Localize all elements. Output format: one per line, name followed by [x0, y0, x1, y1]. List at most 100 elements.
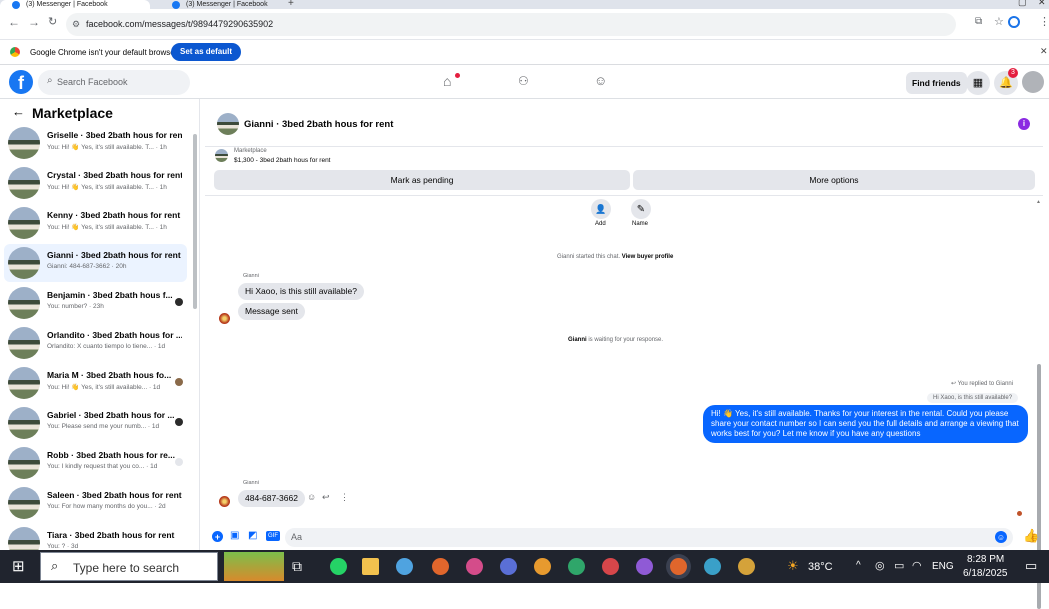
new-tab-icon[interactable]: +	[288, 0, 294, 9]
language-indicator[interactable]: ENG	[932, 561, 954, 572]
wifi-icon[interactable]: ◠	[912, 559, 922, 572]
task-view-icon[interactable]: ⧉	[292, 558, 302, 575]
tray-app-icon[interactable]: ◎	[875, 559, 885, 572]
restore-window-icon[interactable]: ▢	[1018, 0, 1027, 8]
conversation-item-selected[interactable]: Gianni · 3bed 2bath hous for rent Gianni…	[4, 244, 187, 282]
listing-thumbnail[interactable]	[215, 149, 228, 162]
message-bubble-incoming[interactable]: Message sent	[238, 303, 305, 320]
tab-title: (3) Messenger | Facebook	[26, 1, 108, 8]
chrome-profile-icon[interactable]	[738, 558, 755, 575]
reply-icon[interactable]: ↩	[322, 492, 330, 503]
emoji-icon[interactable]: ☺	[995, 531, 1007, 543]
conversation-item[interactable]: Griselle · 3bed 2bath hous for rent You:…	[4, 124, 187, 162]
divider	[205, 195, 1043, 196]
menu-grid-icon[interactable]: ▦	[966, 71, 990, 95]
chrome-profile-icon[interactable]	[534, 558, 551, 575]
chat-avatar[interactable]	[217, 113, 239, 135]
file-explorer-icon[interactable]	[362, 558, 379, 575]
infobar-close-icon[interactable]: ✕	[1040, 46, 1048, 57]
sticker-icon[interactable]: ◩	[248, 530, 257, 541]
conversation-item[interactable]: Saleen · 3bed 2bath hous for rent You: F…	[4, 484, 187, 522]
cast-icon[interactable]: ⧉	[975, 16, 982, 27]
chrome-profile-icon[interactable]	[602, 558, 619, 575]
whatsapp-icon[interactable]	[330, 558, 347, 575]
chrome-profile-icon[interactable]	[432, 558, 449, 575]
like-thumb-icon[interactable]: 👍	[1023, 528, 1039, 544]
scroll-up-icon[interactable]: ▲	[1036, 199, 1041, 205]
conversation-item[interactable]: Kenny · 3bed 2bath hous for rent You: Hi…	[4, 204, 187, 242]
chrome-profile-icon[interactable]	[568, 558, 585, 575]
more-options-button[interactable]: More options	[633, 170, 1035, 190]
sender-avatar[interactable]	[219, 313, 230, 324]
conversation-preview: You: Hi! 👋 Yes, it's still available. T.…	[47, 184, 167, 191]
chrome-profile-icon[interactable]	[466, 558, 483, 575]
tray-chevron-icon[interactable]: ^	[856, 560, 861, 571]
chrome-menu-icon[interactable]: ⋮	[1039, 15, 1049, 28]
conversation-name: Griselle · 3bed 2bath hous for rent	[47, 130, 182, 140]
chrome-profile-icon[interactable]	[500, 558, 517, 575]
weather-icon[interactable]: ☀	[787, 558, 799, 574]
plus-icon[interactable]: +	[212, 531, 223, 542]
listing-title[interactable]: $1,300 - 3bed 2bath hous for rent	[234, 157, 331, 164]
temperature-text[interactable]: 38°C	[808, 561, 833, 573]
message-bubble-incoming[interactable]: 484-687-3662	[238, 490, 305, 507]
conversation-name: Kenny · 3bed 2bath hous for rent	[47, 210, 181, 220]
sidebar-back-icon[interactable]: ←	[12, 104, 25, 119]
chrome-profile-icon[interactable]	[636, 558, 653, 575]
conversation-item[interactable]: Tiara · 3bed 2bath hous for rent You: ? …	[4, 524, 187, 550]
clock-date[interactable]: 6/18/2025	[963, 568, 1008, 579]
app-icon[interactable]	[396, 558, 413, 575]
conversation-item[interactable]: Orlandito · 3bed 2bath hous for ... Orla…	[4, 324, 187, 362]
clock-time[interactable]: 8:28 PM	[967, 554, 1004, 565]
sidebar-scrollbar[interactable]	[193, 134, 197, 309]
conversation-item[interactable]: Robb · 3bed 2bath hous for re... You: I …	[4, 444, 187, 482]
image-icon[interactable]: ▣	[230, 530, 239, 541]
sender-avatar[interactable]	[219, 496, 230, 507]
react-emoji-icon[interactable]: ☺	[307, 492, 316, 502]
set-default-button[interactable]: Set as default	[171, 43, 242, 61]
action-center-icon[interactable]: ▭	[1025, 558, 1037, 574]
edit-name-icon[interactable]: ✎	[631, 199, 651, 219]
browser-tab-active[interactable]: (3) Messenger | Facebook	[0, 0, 150, 9]
friends-icon[interactable]: ⚇	[518, 74, 529, 88]
mark-as-pending-button[interactable]: Mark as pending	[214, 170, 630, 190]
quoted-message[interactable]: Hi Xaoo, is this still available?	[927, 393, 1019, 403]
gif-icon[interactable]: GIF	[266, 531, 280, 541]
search-highlight-image[interactable]	[224, 552, 284, 581]
message-input[interactable]: Aa ☺	[285, 528, 1013, 547]
message-bubble-outgoing[interactable]: Hi! 👋 Yes, it's still available. Thanks …	[703, 405, 1028, 443]
bookmark-star-icon[interactable]: ☆	[994, 15, 1004, 28]
url-bar[interactable]: ⚙ facebook.com/messages/t/98944792906359…	[66, 13, 956, 36]
facebook-favicon-icon	[12, 1, 20, 9]
profile-icon[interactable]	[1008, 16, 1020, 28]
forward-icon[interactable]: →	[28, 15, 40, 29]
conversation-item[interactable]: Benjamin · 3bed 2bath hous f... You: num…	[4, 284, 187, 322]
conversation-item[interactable]: Maria M · 3bed 2bath hous fo... You: Hi!…	[4, 364, 187, 402]
browser-tab[interactable]: (3) Messenger | Facebook	[160, 0, 275, 9]
reload-icon[interactable]: ↻	[48, 15, 57, 28]
site-info-icon[interactable]: ⚙	[72, 13, 80, 36]
conversation-info-icon[interactable]: i	[1018, 118, 1030, 130]
find-friends-button[interactable]: Find friends	[906, 72, 967, 94]
chat-title[interactable]: Gianni · 3bed 2bath hous for rent	[244, 119, 393, 130]
seen-avatar	[175, 378, 183, 386]
conversation-item[interactable]: Crystal · 3bed 2bath hous for rent You: …	[4, 164, 187, 202]
chrome-profile-icon[interactable]	[704, 558, 721, 575]
more-actions-icon[interactable]: ⋮	[340, 492, 349, 503]
facebook-search-input[interactable]: ⌕ Search Facebook	[38, 70, 190, 95]
battery-icon[interactable]: ▭	[894, 559, 904, 572]
groups-icon[interactable]: ☺	[594, 73, 607, 88]
facebook-logo-icon[interactable]: f	[9, 70, 33, 94]
windows-start-icon[interactable]: ⊞	[12, 559, 25, 574]
account-avatar[interactable]	[1022, 71, 1044, 93]
back-icon[interactable]: ←	[8, 15, 20, 29]
close-window-icon[interactable]: ✕	[1038, 0, 1046, 8]
view-buyer-profile-link[interactable]: View buyer profile	[622, 254, 674, 260]
conversation-item[interactable]: Gabriel · 3bed 2bath hous for ... You: P…	[4, 404, 187, 442]
chat-header: Gianni · 3bed 2bath hous for rent i	[205, 99, 1043, 147]
add-person-icon[interactable]: 👤	[591, 199, 611, 219]
home-icon[interactable]: ⌂	[443, 73, 451, 89]
taskbar-search-box[interactable]: ⌕ Type here to search	[40, 552, 218, 581]
chrome-profile-icon-active[interactable]	[670, 558, 687, 575]
message-bubble-incoming[interactable]: Hi Xaoo, is this still available?	[238, 283, 364, 300]
